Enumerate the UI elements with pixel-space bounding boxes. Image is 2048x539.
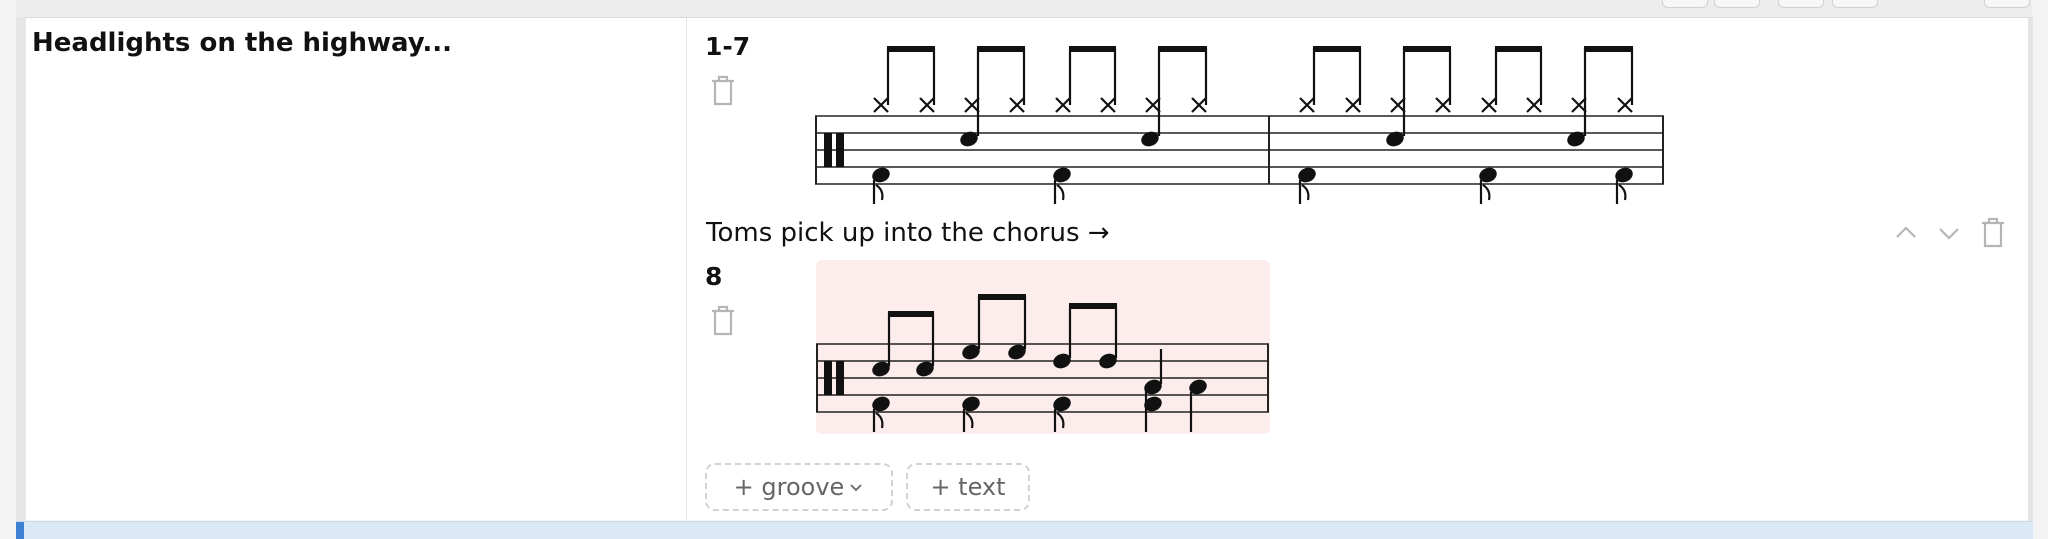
section-title[interactable]: Headlights on the highway...: [32, 28, 452, 58]
add-text-button[interactable]: + text: [906, 463, 1030, 511]
groove-notation-highlighted[interactable]: [812, 260, 1274, 436]
next-row-strip: [16, 521, 2033, 539]
groove-notation[interactable]: [812, 40, 1672, 216]
move-down-icon[interactable]: [1934, 218, 1964, 248]
toolbar-button[interactable]: [1714, 0, 1760, 8]
column-divider: [686, 18, 687, 520]
trash-icon[interactable]: [710, 304, 736, 336]
text-note[interactable]: Toms pick up into the chorus →: [706, 218, 1110, 248]
card-edge: [2028, 17, 2033, 521]
selection-accent: [16, 522, 24, 539]
chevron-down-icon: [850, 484, 862, 492]
move-up-icon[interactable]: [1891, 218, 1921, 248]
add-groove-button[interactable]: + groove: [705, 463, 893, 511]
row-gutter: [16, 17, 26, 521]
toolbar-button[interactable]: [1984, 0, 2030, 8]
toolbar-button[interactable]: [1832, 0, 1878, 8]
trash-icon[interactable]: [710, 74, 736, 106]
groove-measures-label: 8: [705, 262, 723, 291]
toolbar-button[interactable]: [1778, 0, 1824, 8]
previous-row-strip: [16, 0, 2032, 18]
add-text-label: + text: [930, 473, 1006, 501]
add-groove-label: + groove: [733, 473, 845, 501]
groove-measures-label: 1-7: [705, 32, 751, 61]
trash-icon[interactable]: [1980, 216, 2006, 248]
toolbar-button[interactable]: [1662, 0, 1708, 8]
